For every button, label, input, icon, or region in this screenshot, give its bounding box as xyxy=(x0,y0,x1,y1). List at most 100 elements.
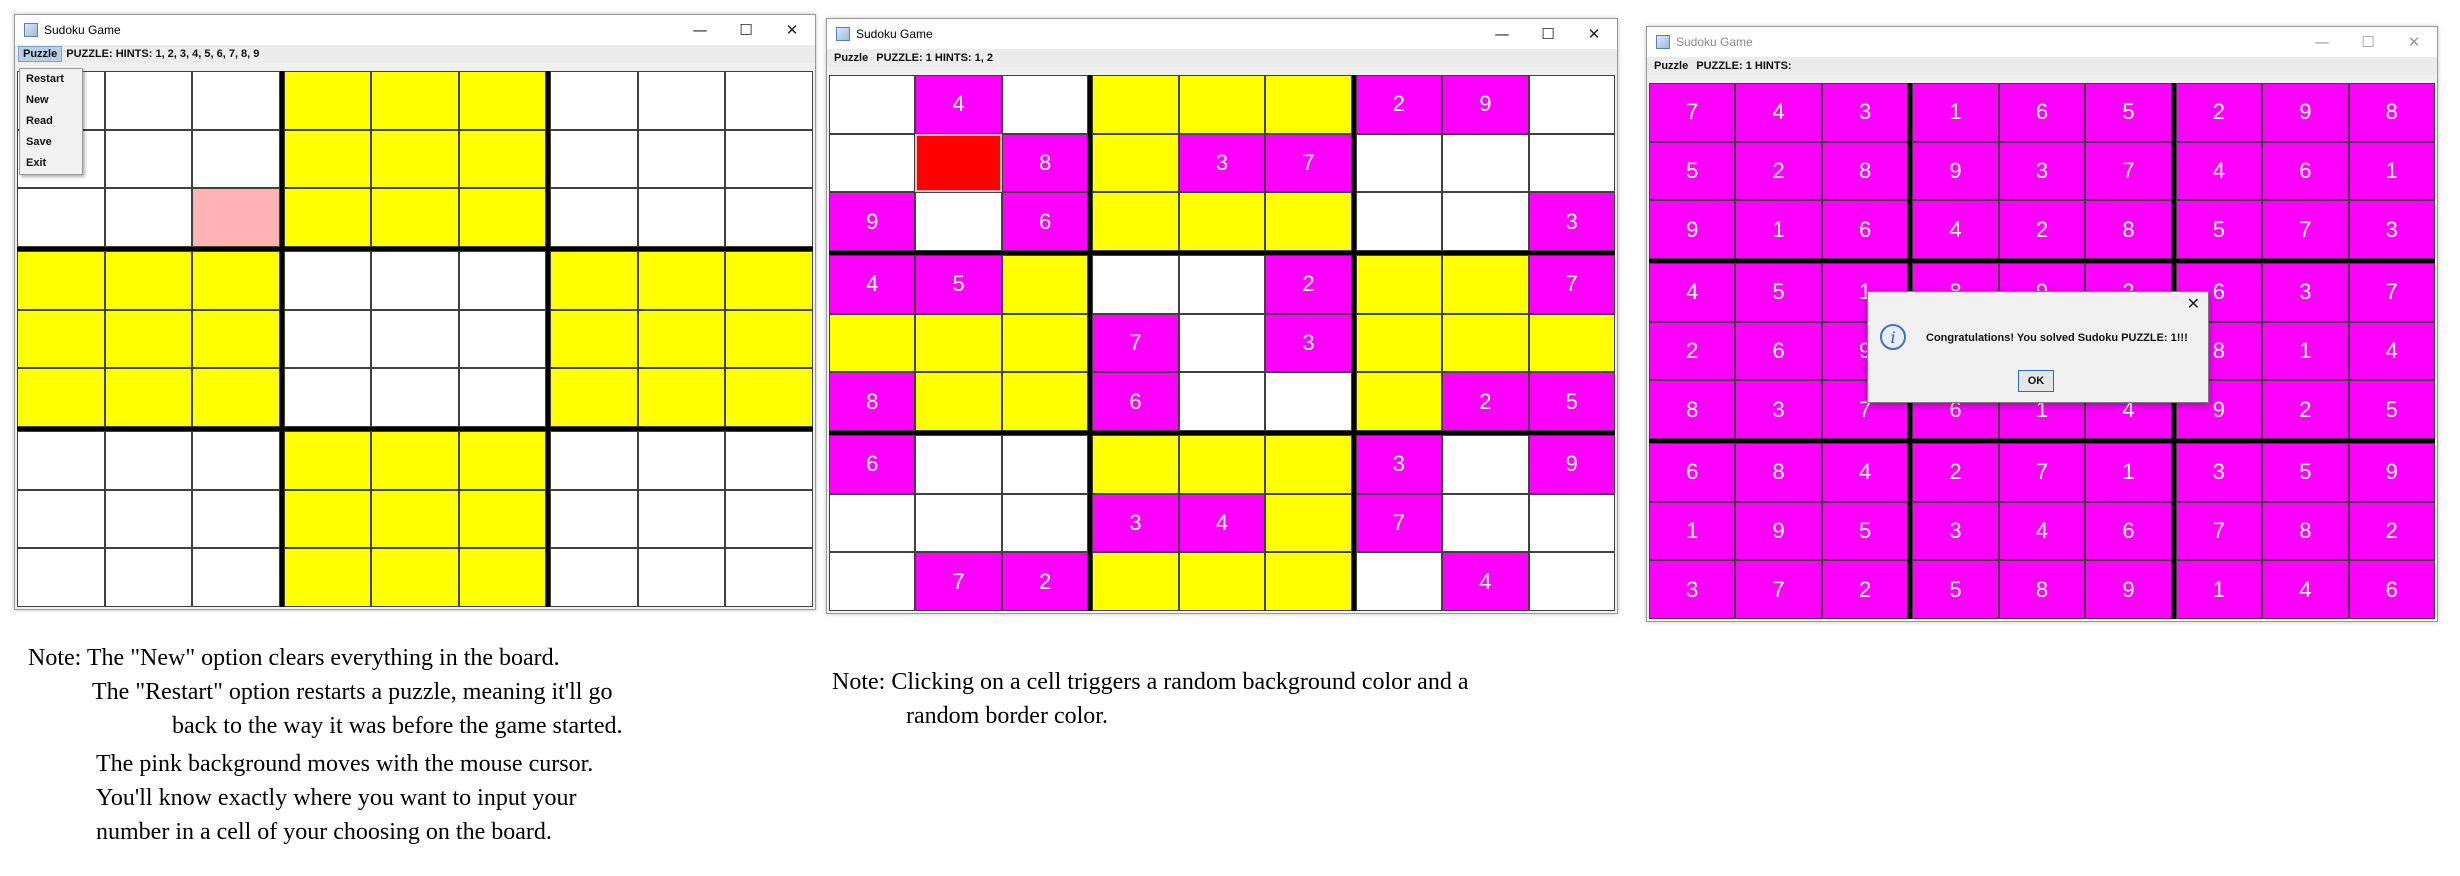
sudoku-cell[interactable] xyxy=(1355,372,1443,431)
sudoku-cell[interactable] xyxy=(1178,435,1266,494)
sudoku-cell[interactable] xyxy=(1092,255,1179,314)
maximize-button[interactable]: ☐ xyxy=(1525,19,1571,49)
sudoku-cell[interactable] xyxy=(725,548,813,607)
sudoku-cell[interactable]: 9 xyxy=(2262,83,2349,142)
sudoku-cell[interactable] xyxy=(550,188,638,247)
sudoku-cell[interactable]: 4 xyxy=(2348,321,2435,381)
sudoku-cell[interactable]: 4 xyxy=(1821,443,1909,502)
sudoku-cell[interactable] xyxy=(283,309,372,369)
sudoku-cell[interactable]: 2 xyxy=(1355,75,1443,134)
sudoku-cell[interactable] xyxy=(1528,493,1615,553)
sudoku-cell[interactable]: 7 xyxy=(1355,493,1443,553)
sudoku-cell[interactable] xyxy=(371,489,459,549)
sudoku-cell[interactable] xyxy=(104,71,193,130)
sudoku-cell[interactable]: 3 xyxy=(2348,200,2435,259)
sudoku-cell[interactable] xyxy=(1001,435,1089,494)
sudoku-cell[interactable]: 1 xyxy=(1649,501,1736,561)
sudoku-cell[interactable] xyxy=(1178,192,1266,251)
sudoku-cell[interactable]: 4 xyxy=(2175,141,2263,201)
sudoku-cell[interactable] xyxy=(1355,133,1443,193)
sudoku-cell[interactable]: 3 xyxy=(1178,133,1266,193)
sudoku-cell[interactable] xyxy=(283,368,372,427)
title-bar[interactable]: Sudoku Game — ☐ ✕ xyxy=(827,19,1617,49)
sudoku-cell[interactable]: 4 xyxy=(1442,552,1529,611)
sudoku-cell[interactable] xyxy=(1265,493,1352,553)
sudoku-cell[interactable] xyxy=(104,489,193,549)
sudoku-cell[interactable]: 3 xyxy=(2175,443,2263,502)
sudoku-cell[interactable] xyxy=(1178,552,1266,611)
sudoku-cell[interactable] xyxy=(192,188,280,247)
sudoku-cell[interactable] xyxy=(1265,372,1352,431)
puzzle-menu[interactable]: Puzzle xyxy=(1650,59,1692,73)
sudoku-cell[interactable] xyxy=(725,431,813,490)
sudoku-cell[interactable] xyxy=(1092,435,1179,494)
sudoku-cell[interactable] xyxy=(1355,192,1443,251)
sudoku-cell[interactable] xyxy=(192,489,280,549)
sudoku-cell[interactable]: 7 xyxy=(1735,560,1822,619)
sudoku-cell[interactable]: 9 xyxy=(1442,75,1529,134)
sudoku-cell[interactable] xyxy=(1178,372,1266,431)
sudoku-cell[interactable]: 3 xyxy=(1265,313,1352,373)
sudoku-cell[interactable]: 2 xyxy=(1001,552,1089,611)
sudoku-cell[interactable]: 8 xyxy=(2085,200,2172,259)
sudoku-cell[interactable]: 8 xyxy=(1001,133,1089,193)
sudoku-cell[interactable]: 8 xyxy=(829,372,916,431)
dialog-close-button[interactable]: ✕ xyxy=(2187,294,2200,313)
sudoku-cell[interactable]: 8 xyxy=(1998,560,2086,619)
sudoku-cell[interactable] xyxy=(371,129,459,189)
sudoku-cell[interactable] xyxy=(1442,435,1529,494)
sudoku-cell[interactable] xyxy=(458,309,547,369)
sudoku-cell[interactable] xyxy=(192,431,280,490)
sudoku-cell[interactable] xyxy=(1528,313,1615,373)
sudoku-cell[interactable]: 5 xyxy=(2348,380,2435,439)
sudoku-cell[interactable] xyxy=(725,129,813,189)
sudoku-cell[interactable]: 3 xyxy=(1355,435,1443,494)
title-bar[interactable]: Sudoku Game — ☐ ✕ xyxy=(15,15,815,45)
sudoku-cell[interactable] xyxy=(17,431,105,490)
sudoku-cell[interactable]: 7 xyxy=(2175,501,2263,561)
sudoku-cell[interactable] xyxy=(1001,75,1089,134)
sudoku-cell[interactable] xyxy=(1355,255,1443,314)
close-button[interactable]: ✕ xyxy=(1571,19,1617,49)
sudoku-cell[interactable]: 1 xyxy=(2262,321,2349,381)
sudoku-cell[interactable]: 2 xyxy=(1998,200,2086,259)
sudoku-cell[interactable]: 4 xyxy=(1912,200,1999,259)
sudoku-cell[interactable] xyxy=(371,431,459,490)
sudoku-cell[interactable] xyxy=(915,192,1002,251)
sudoku-cell[interactable]: 6 xyxy=(1735,321,1822,381)
sudoku-cell[interactable]: 9 xyxy=(1735,501,1822,561)
sudoku-cell[interactable] xyxy=(550,129,638,189)
sudoku-cell[interactable] xyxy=(104,368,193,427)
sudoku-cell[interactable] xyxy=(458,71,547,130)
sudoku-cell[interactable] xyxy=(283,71,372,130)
sudoku-cell[interactable]: 6 xyxy=(2262,141,2349,201)
sudoku-cell[interactable] xyxy=(192,548,280,607)
sudoku-cell[interactable]: 2 xyxy=(1735,141,1822,201)
sudoku-cell[interactable]: 7 xyxy=(1528,255,1615,314)
sudoku-cell[interactable] xyxy=(1265,192,1352,251)
sudoku-cell[interactable]: 8 xyxy=(1649,380,1736,439)
sudoku-cell[interactable]: 5 xyxy=(1649,141,1736,201)
sudoku-cell[interactable] xyxy=(637,251,726,310)
sudoku-cell[interactable] xyxy=(17,548,105,607)
sudoku-cell[interactable] xyxy=(458,251,547,310)
sudoku-cell[interactable]: 9 xyxy=(1528,435,1615,494)
sudoku-cell[interactable]: 7 xyxy=(1092,313,1179,373)
sudoku-cell[interactable] xyxy=(371,251,459,310)
sudoku-cell[interactable] xyxy=(104,188,193,247)
sudoku-cell[interactable] xyxy=(637,368,726,427)
sudoku-cell[interactable]: 5 xyxy=(1821,501,1909,561)
sudoku-cell[interactable]: 2 xyxy=(1442,372,1529,431)
sudoku-cell[interactable] xyxy=(1092,552,1179,611)
sudoku-cell[interactable] xyxy=(725,489,813,549)
sudoku-cell[interactable] xyxy=(283,251,372,310)
sudoku-cell[interactable] xyxy=(458,368,547,427)
sudoku-cell[interactable] xyxy=(371,368,459,427)
sudoku-cell[interactable] xyxy=(1092,192,1179,251)
sudoku-cell[interactable]: 5 xyxy=(2085,83,2172,142)
sudoku-cell[interactable]: 2 xyxy=(2175,83,2263,142)
sudoku-cell[interactable]: 4 xyxy=(915,75,1002,134)
sudoku-cell[interactable] xyxy=(371,548,459,607)
sudoku-cell[interactable] xyxy=(283,489,372,549)
sudoku-cell[interactable] xyxy=(458,548,547,607)
